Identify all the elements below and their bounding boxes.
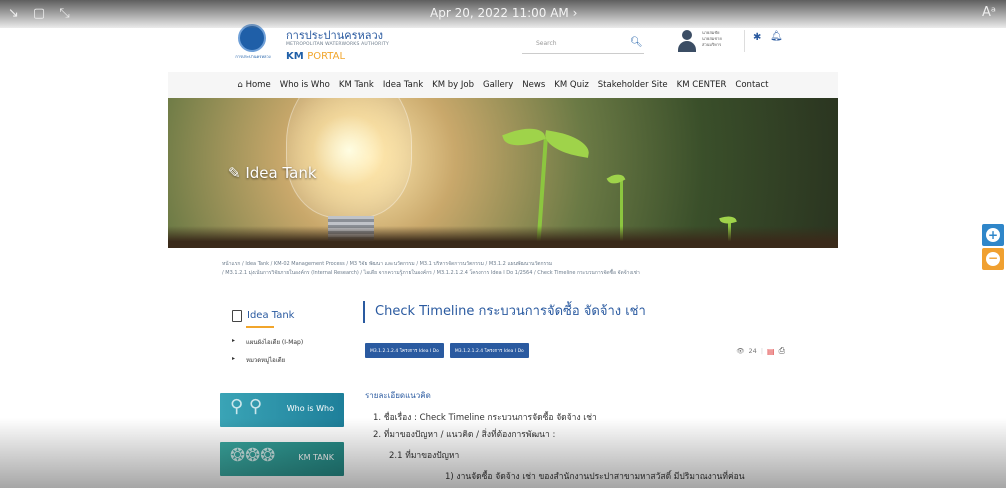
zoom-out-button[interactable]: − xyxy=(982,248,1004,270)
system-overlay-bar: ↘ ▢ ⤡ Apr 20, 2022 11:00 AM › Aᵃ xyxy=(0,0,1006,28)
km-portal-title: KM PORTAL xyxy=(286,51,346,62)
nav-km-tank[interactable]: KM Tank xyxy=(339,80,374,90)
sidebar-item-idea-category[interactable]: ▸ หมวดหมู่ไอเดีย xyxy=(220,350,346,368)
pencil-note-icon: ✎ xyxy=(228,164,241,182)
lightbulb-image xyxy=(286,98,412,218)
window-icon[interactable]: ▢ xyxy=(33,6,45,21)
chevron-right-icon: ▸ xyxy=(232,337,236,344)
plus-circle-icon: + xyxy=(986,228,1000,242)
tag-badge[interactable]: M3.1.2.1.2.4 โครงการ Idea I Do xyxy=(449,343,529,358)
nav-km-quiz[interactable]: KM Quiz xyxy=(554,80,589,90)
km-tank-banner[interactable]: ❂❂❂ KM TANK xyxy=(220,442,344,476)
soil-image xyxy=(168,226,838,248)
logo-caption: การประปานครหลวง xyxy=(235,54,271,59)
title-underline xyxy=(246,326,274,328)
detail-line: 1. ชื่อเรื่อง : Check Timeline กระบวนการ… xyxy=(373,413,597,423)
nav-contact[interactable]: Contact xyxy=(735,80,768,90)
page-title: Check Timeline กระบวนการจัดซื้อ จัดจ้าง … xyxy=(363,301,683,323)
tag-badge[interactable]: M3.1.2.1.2.4 โครงการ Idea I Do xyxy=(365,343,444,358)
leaf-image xyxy=(542,130,592,158)
chevron-right-icon: ▸ xyxy=(232,355,236,362)
leaf-image xyxy=(502,121,546,153)
section-heading: รายละเอียดแนวคิด xyxy=(365,391,431,400)
nav-news[interactable]: News xyxy=(522,80,545,90)
view-count: 24 xyxy=(748,347,757,355)
page-margin-right xyxy=(838,0,1006,488)
who-is-who-banner[interactable]: ⚲ ⚲ Who is Who xyxy=(220,393,344,427)
page-margin-left xyxy=(0,0,168,488)
nav-km-by-job[interactable]: KM by Job xyxy=(432,80,474,90)
detail-line: 2. ที่มาของปัญหา / แนวคิด / สิ่งที่ต้องก… xyxy=(373,430,556,440)
search-input[interactable]: Search xyxy=(522,34,644,54)
sidebar-item-idea-map[interactable]: ▸ แผนผังไอเดีย (I-Map) xyxy=(220,332,346,350)
nav-gallery[interactable]: Gallery xyxy=(483,80,513,90)
sidebar-title: Idea Tank xyxy=(220,298,346,332)
search-icon[interactable]: 🔍︎ xyxy=(630,37,643,48)
banner-title: ✎ Idea Tank xyxy=(228,164,317,182)
nav-home[interactable]: ⌂ Home xyxy=(237,80,270,90)
datetime-label: Apr 20, 2022 11:00 AM › xyxy=(430,6,578,20)
article-meta: 👁︎ 24 | ▤ ⎙ xyxy=(736,346,785,356)
meta-divider: | xyxy=(760,347,764,355)
pdf-icon[interactable]: ▤ xyxy=(767,347,775,356)
books-icon: ❂❂❂ xyxy=(230,445,276,466)
collapse-icon[interactable]: ↘ xyxy=(8,6,19,21)
header-divider xyxy=(744,30,745,52)
nav-idea-tank[interactable]: Idea Tank xyxy=(383,80,423,90)
detail-line: 1) งานจัดซื้อ จัดจ้าง เช่า ของสำนักงานปร… xyxy=(445,472,745,482)
people-icon: ⚲ ⚲ xyxy=(230,396,263,417)
user-info[interactable]: นายสมชัย นายสมชาย ส่วนบริหาร xyxy=(702,30,722,48)
sidebar: Idea Tank ▸ แผนผังไอเดีย (I-Map) ▸ หมวดห… xyxy=(220,298,346,368)
main-nav: ⌂ Home Who is Who KM Tank Idea Tank KM b… xyxy=(168,72,838,98)
overlay-controls: ↘ ▢ ⤡ xyxy=(8,6,70,21)
tag-list: M3.1.2.1.2.4 โครงการ Idea I Do M3.1.2.1.… xyxy=(365,343,529,358)
minus-circle-icon: − xyxy=(986,251,1000,266)
mwa-logo[interactable]: การประปานครหลวง xyxy=(226,24,280,64)
breadcrumb[interactable]: หน้าแรก / Idea Tank / KM-02 Management P… xyxy=(222,260,788,278)
eye-icon: 👁︎ xyxy=(736,347,745,355)
org-name-english: METROPOLITAN WATERWORKS AUTHORITY xyxy=(286,42,389,47)
idea-tank-banner: ✎ Idea Tank xyxy=(168,98,838,248)
gear-icon[interactable]: ✱ xyxy=(753,32,761,43)
detail-line: 2.1 ที่มาของปัญหา xyxy=(389,451,460,461)
nav-km-center[interactable]: KM CENTER xyxy=(677,80,727,90)
logo-emblem-icon xyxy=(238,24,266,52)
home-icon: ⌂ xyxy=(237,80,243,90)
bell-icon[interactable]: 🔔︎ xyxy=(770,31,783,42)
document-icon xyxy=(232,310,242,322)
nav-who-is-who[interactable]: Who is Who xyxy=(280,80,330,90)
nav-stakeholder-site[interactable]: Stakeholder Site xyxy=(598,80,668,90)
print-icon[interactable]: ⎙ xyxy=(779,346,785,356)
user-avatar-icon[interactable] xyxy=(678,30,696,52)
text-size-icon[interactable]: Aᵃ xyxy=(982,5,996,20)
zoom-in-button[interactable]: + xyxy=(982,224,1004,246)
expand-icon[interactable]: ⤡ xyxy=(59,6,69,21)
